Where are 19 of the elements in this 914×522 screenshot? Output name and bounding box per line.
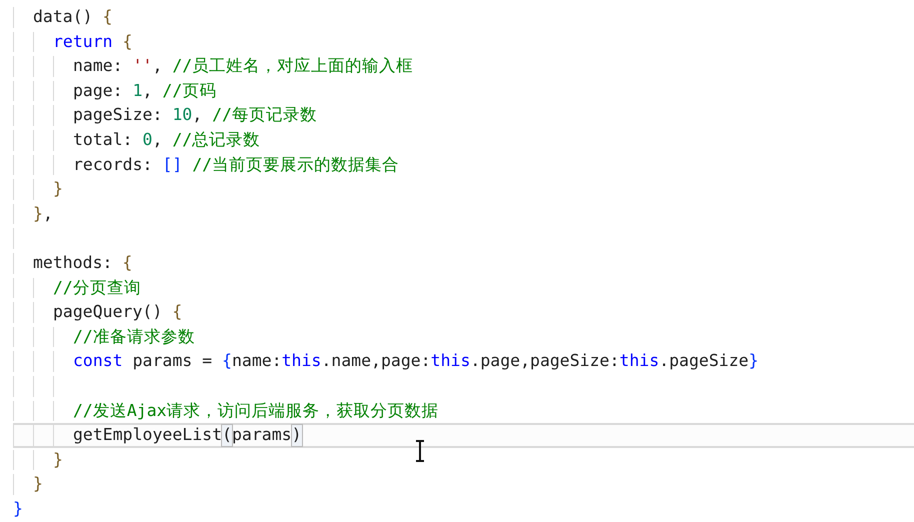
code-line: //准备请求参数 [13,324,914,350]
code-line: total: 0, //总记录数 [13,128,914,153]
code-line: pageQuery() { [13,300,914,325]
code-line: } [13,448,914,472]
code-line: pageSize: 10, //每页记录数 [13,103,914,128]
code-line: data() { [13,5,914,30]
code-line: } [13,498,24,520]
code-line: const params = {name:this.name,page:this.page,pageSize:this.pageSize} [13,349,914,374]
code-line: name: '', //员工姓名，对应上面的输入框 [13,54,914,79]
code-line: methods: { [13,250,914,276]
code-line: records: [] //当前页要展示的数据集合 [13,152,914,178]
code-line: }, [13,202,914,226]
text-cursor-icon [414,440,426,462]
code-line: return { [13,30,914,54]
code-line: page: 1, //页码 [13,78,914,104]
code-line: //分页查询 [13,276,914,300]
code-line: } [13,177,914,202]
code-line: } [13,472,914,497]
code-line: //发送Ajax请求，访问后端服务，获取分页数据 [13,398,914,424]
